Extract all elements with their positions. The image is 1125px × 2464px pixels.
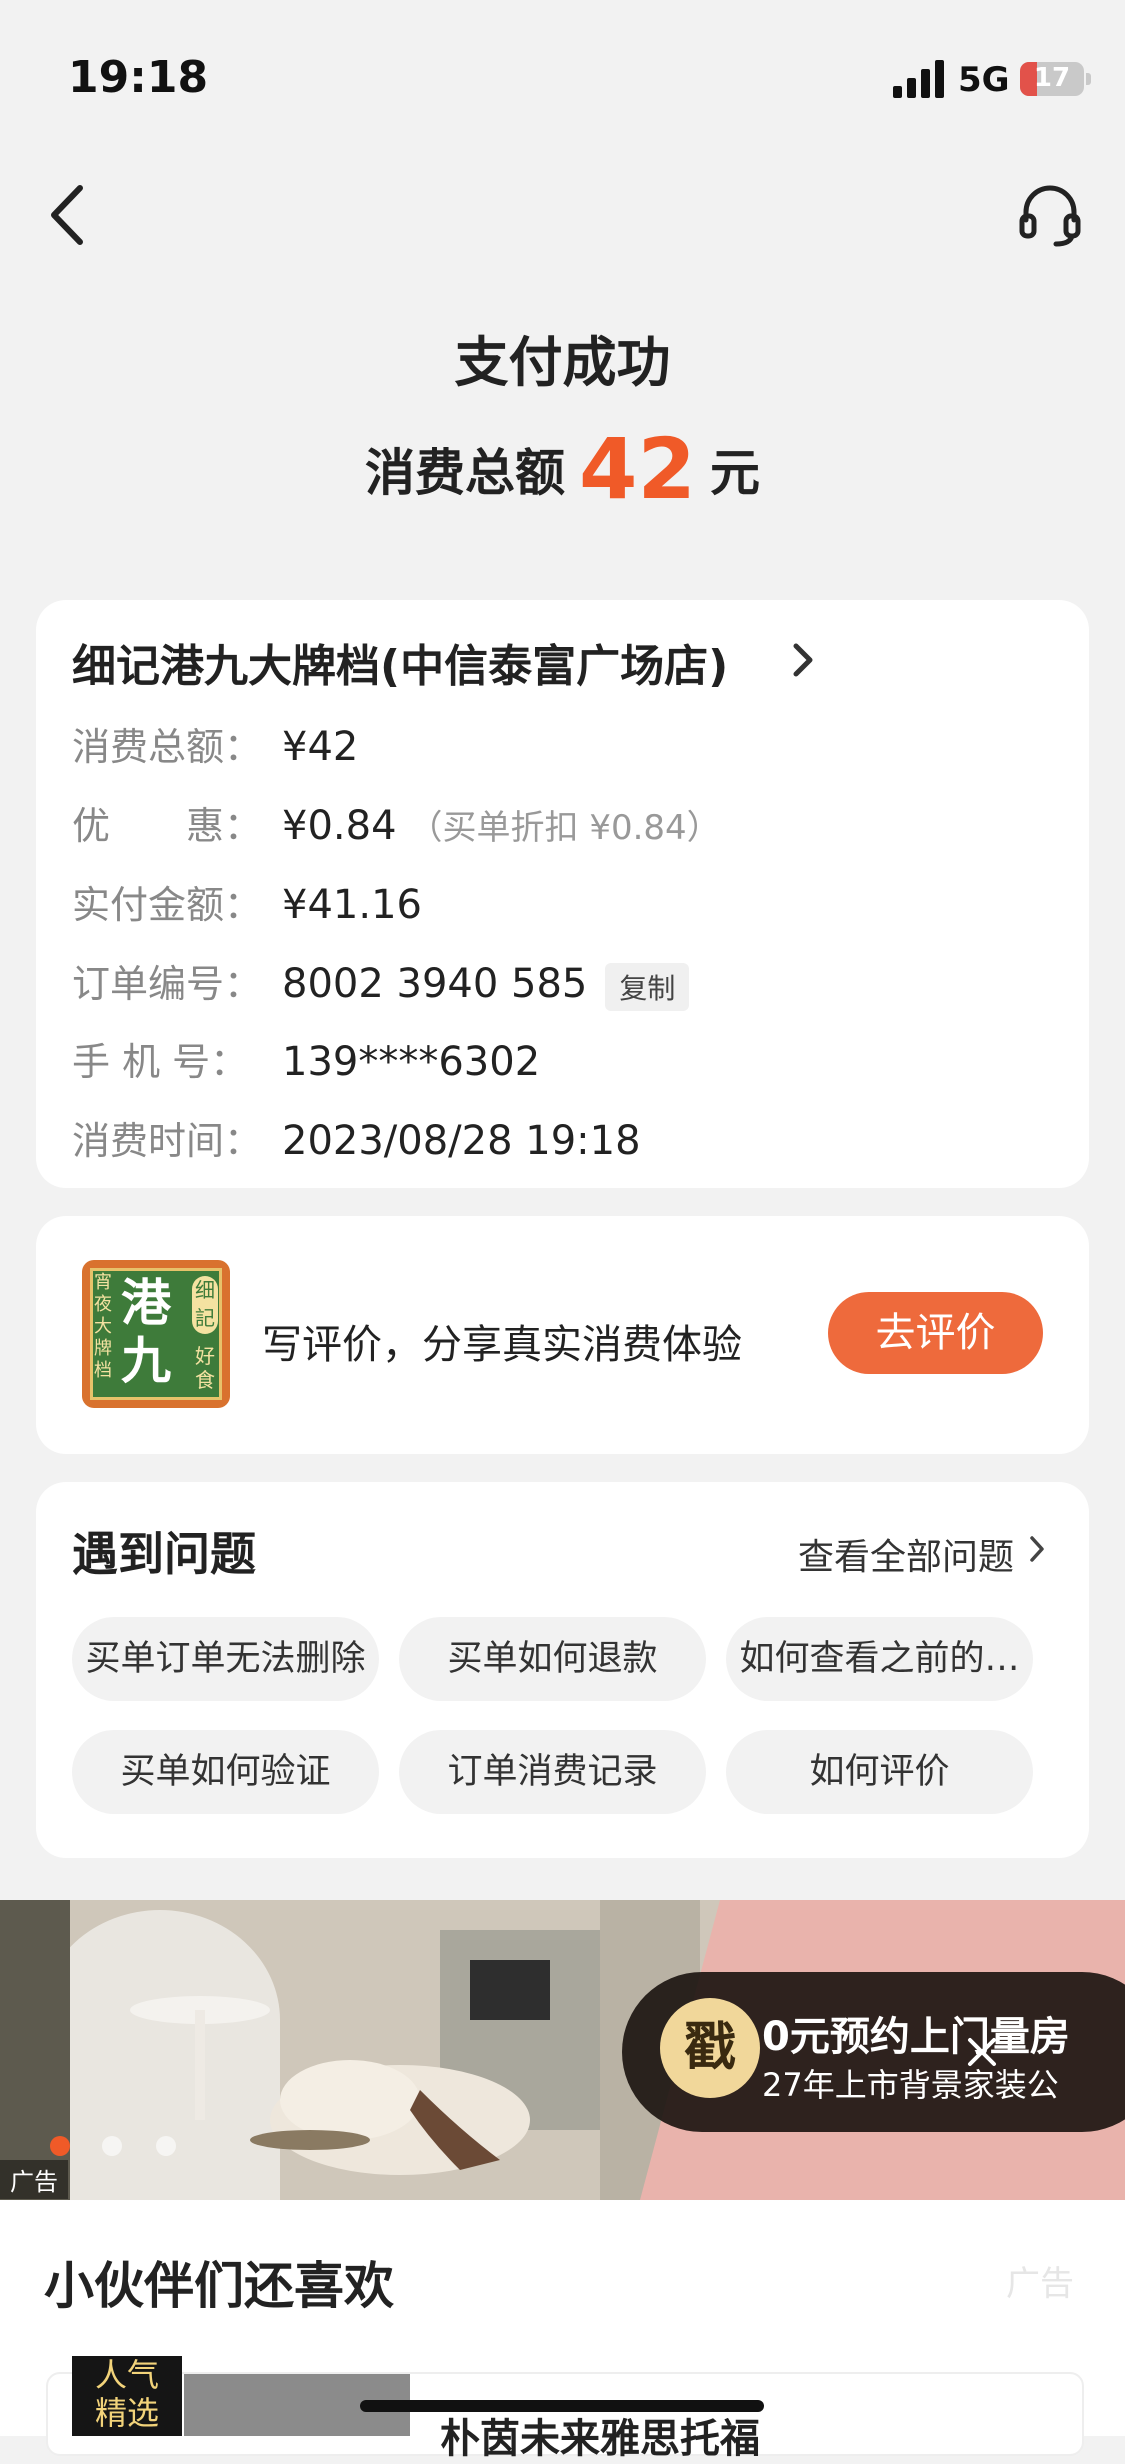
chevron-right-icon[interactable] <box>790 640 816 680</box>
row-time: 消费时间： 2023/08/28 19:18 <box>72 1110 641 1165</box>
signal-icon <box>893 60 944 98</box>
badge-line-2: 精选 <box>94 2394 159 2432</box>
row-phone: 手 机 号： 139****6302 <box>72 1031 540 1086</box>
total-amount: 消费总额 42 元 <box>0 420 1125 518</box>
ad-headline: 0元预约上门量房 <box>762 2014 1070 2060</box>
row-label: 消费时间： <box>72 1119 263 1163</box>
recommend-ad-tag: 广告 <box>1006 2264 1074 2304</box>
row-value: ¥41.16 <box>282 882 422 928</box>
row-total: 消费总额： ¥42 <box>72 716 358 771</box>
page-title: 支付成功 <box>454 331 671 394</box>
chevron-left-icon[interactable] <box>40 180 96 250</box>
row-label: 订单编号： <box>72 962 263 1006</box>
ad-subline: 27年上市背景家装公 <box>762 2066 1059 2104</box>
chevron-right-icon[interactable] <box>1028 1534 1046 1564</box>
question-chip[interactable]: 买单如何退款 <box>399 1617 706 1701</box>
row-value: 2023/08/28 19:18 <box>282 1118 641 1164</box>
row-value: ¥42 <box>282 724 359 770</box>
battery-cap <box>1086 73 1091 85</box>
row-label: 优 惠： <box>72 804 263 848</box>
row-value: 139****6302 <box>282 1039 541 1085</box>
popular-badge: 人气 精选 <box>72 2356 182 2436</box>
review-prompt: 写评价，分享真实消费体验 <box>262 1322 742 1368</box>
view-all-questions-link[interactable]: 查看全部问题 <box>798 1528 1014 1580</box>
question-chip[interactable]: 如何评价 <box>726 1730 1033 1814</box>
recommend-item-name[interactable]: 朴茵未来雅思托福 <box>440 2406 760 2464</box>
write-review-button[interactable]: 去评价 <box>828 1292 1043 1374</box>
row-label: 消费总额： <box>72 725 263 769</box>
close-icon[interactable] <box>962 2032 1002 2072</box>
row-order-no: 订单编号： 8002 3940 585 复制 <box>72 953 690 1011</box>
copy-button[interactable]: 复制 <box>605 962 690 1011</box>
carousel-dot[interactable] <box>156 2136 176 2156</box>
ad-tag: 广告 <box>0 2160 68 2199</box>
question-chip[interactable]: 买单订单无法删除 <box>72 1617 379 1701</box>
battery-percent: 17 <box>1033 63 1071 93</box>
question-chip[interactable]: 如何查看之前的… <box>726 1617 1033 1701</box>
carousel-dot-active[interactable] <box>50 2136 70 2156</box>
amount-unit: 元 <box>709 444 760 502</box>
logo-side-text: 宵夜大牌档 <box>94 1272 112 1381</box>
home-indicator[interactable] <box>360 2400 764 2412</box>
recommend-title: 小伙伴们还喜欢 <box>44 2257 394 2315</box>
status-time: 19:18 <box>68 52 209 103</box>
row-label: 实付金额： <box>72 883 263 927</box>
carousel-dot[interactable] <box>102 2136 122 2156</box>
ad-brand-icon: 戳 <box>660 1998 760 2098</box>
row-label: 手 机 号： <box>72 1040 249 1084</box>
network-label: 5G <box>958 60 1010 100</box>
question-chip[interactable]: 订单消费记录 <box>399 1730 706 1814</box>
row-value: ¥0.84 <box>282 803 397 849</box>
headset-icon[interactable] <box>1016 180 1084 248</box>
logo-badge-text-2: 好食 <box>195 1344 215 1392</box>
row-paid: 实付金额： ¥41.16 <box>72 874 422 929</box>
amount-label: 消费总额 <box>365 444 566 502</box>
logo-badge-text: 细記 <box>192 1276 218 1334</box>
questions-title: 遇到问题 <box>72 1527 256 1581</box>
discount-note: （买单折扣 ¥0.84） <box>408 808 721 848</box>
logo-main-text: 港九 <box>121 1274 171 1390</box>
question-chip[interactable]: 买单如何验证 <box>72 1730 379 1814</box>
shop-logo: 宵夜大牌档 港九 细記 好食 <box>82 1260 230 1408</box>
battery-icon: 17 <box>1020 62 1084 96</box>
row-discount: 优 惠： ¥0.84 （买单折扣 ¥0.84） <box>72 795 721 850</box>
shop-name[interactable]: 细记港九大牌档(中信泰富广场店) <box>72 630 728 694</box>
badge-line-1: 人气 <box>94 2356 159 2394</box>
amount-value: 42 <box>579 420 696 518</box>
row-value: 8002 3940 585 <box>282 961 588 1007</box>
